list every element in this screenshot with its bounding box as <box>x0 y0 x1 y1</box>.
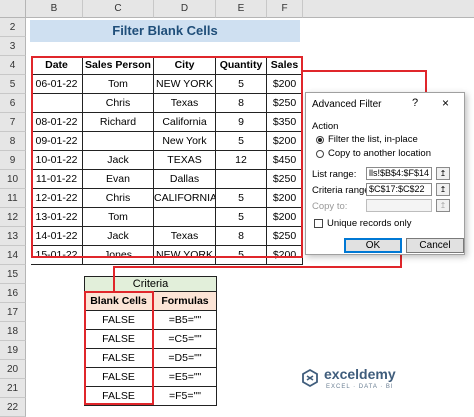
column-header-d[interactable]: D <box>154 0 216 18</box>
criteria-range-input[interactable]: $C$17:$C$22 <box>366 183 432 196</box>
column-header-rest <box>303 0 474 18</box>
help-icon[interactable]: ? <box>412 97 418 109</box>
criteria-range-label: Criteria range: <box>312 185 373 196</box>
row-header[interactable]: 14 <box>0 246 26 265</box>
radio-filter-in-place[interactable] <box>316 136 324 144</box>
criteria-range-collapse-icon[interactable]: ↥ <box>436 183 450 196</box>
row-header[interactable]: 9 <box>0 151 26 170</box>
criteria-cell[interactable]: =F5="" <box>154 387 217 406</box>
list-range-input[interactable]: lls!$B$4:$F$14 <box>366 167 432 180</box>
row-header[interactable]: 13 <box>0 227 26 246</box>
unique-records-label[interactable]: Unique records only <box>327 218 412 229</box>
row-header[interactable]: 2 <box>0 18 26 37</box>
criteria-cell[interactable]: =C5="" <box>154 330 217 349</box>
criteria-caption: Criteria <box>84 276 217 292</box>
select-all-corner[interactable] <box>0 0 26 18</box>
row-header[interactable]: 10 <box>0 170 26 189</box>
criteria-cell[interactable]: =D5="" <box>154 349 217 368</box>
column-header-b[interactable]: B <box>26 0 83 18</box>
row-header[interactable]: 17 <box>0 303 26 322</box>
criteria-range-highlight <box>84 291 154 405</box>
connector-line <box>303 70 427 72</box>
list-range-label: List range: <box>312 169 357 180</box>
row-header[interactable]: 15 <box>0 265 26 284</box>
advanced-filter-dialog: Advanced Filter ? × Action Filter the li… <box>305 92 465 255</box>
row-header[interactable]: 7 <box>0 113 26 132</box>
row-header[interactable]: 5 <box>0 75 26 94</box>
row-header[interactable]: 19 <box>0 341 26 360</box>
column-header-c[interactable]: C <box>83 0 154 18</box>
row-header[interactable]: 11 <box>0 189 26 208</box>
column-header-e[interactable]: E <box>216 0 267 18</box>
copy-to-input[interactable] <box>366 199 432 212</box>
row-header[interactable]: 16 <box>0 284 26 303</box>
sheet-title: Filter Blank Cells <box>30 20 300 42</box>
option-copy-label[interactable]: Copy to another location <box>328 148 431 159</box>
criteria-cell[interactable]: =E5="" <box>154 368 217 387</box>
column-header-f[interactable]: F <box>267 0 303 18</box>
close-icon[interactable]: × <box>442 96 449 110</box>
watermark-tagline: EXCEL · DATA · BI <box>326 384 394 390</box>
option-in-place-label[interactable]: Filter the list, in-place <box>328 134 418 145</box>
criteria-cell[interactable]: =B5="" <box>154 311 217 330</box>
watermark-name: exceldemy <box>324 366 396 382</box>
radio-copy-to-location[interactable] <box>316 150 324 158</box>
row-header[interactable]: 8 <box>0 132 26 151</box>
list-range-collapse-icon[interactable]: ↥ <box>436 167 450 180</box>
copy-to-label: Copy to: <box>312 201 348 212</box>
row-header[interactable]: 6 <box>0 94 26 113</box>
action-label: Action <box>312 121 339 132</box>
ok-button[interactable]: OK <box>344 238 402 253</box>
dialog-title: Advanced Filter <box>312 99 382 110</box>
copy-to-collapse-icon[interactable]: ↥ <box>436 199 450 212</box>
cancel-button[interactable]: Cancel <box>406 238 464 253</box>
connector-line <box>113 266 115 292</box>
row-header[interactable]: 4 <box>0 56 26 75</box>
criteria-header-cell[interactable]: Formulas <box>154 292 217 311</box>
row-header[interactable]: 18 <box>0 322 26 341</box>
row-header[interactable]: 22 <box>0 398 26 417</box>
list-range-highlight <box>31 56 303 258</box>
exceldemy-logo-icon <box>302 368 318 388</box>
row-header[interactable]: 3 <box>0 37 26 56</box>
unique-records-checkbox[interactable] <box>314 219 323 228</box>
row-header[interactable]: 20 <box>0 360 26 379</box>
row-header[interactable]: 12 <box>0 208 26 227</box>
connector-line <box>113 266 401 268</box>
spreadsheet: B C D E F 2 3 4 5 6 7 8 9 10 11 12 13 14 15 16 17 18 19 20… <box>0 0 474 417</box>
row-header[interactable]: 21 <box>0 379 26 398</box>
